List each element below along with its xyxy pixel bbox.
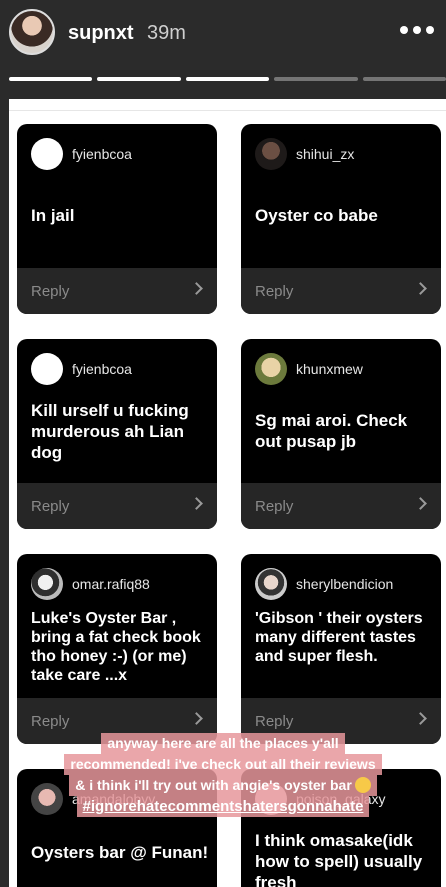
reply-label: Reply [31, 283, 70, 300]
commenter-handle: sherylbendicion [296, 576, 394, 592]
commenter-handle: shihui_zx [296, 146, 355, 162]
progress-segment [97, 77, 181, 81]
chevron-right-icon [414, 712, 427, 725]
commenter-avatar [31, 568, 63, 600]
reply-label: Reply [31, 498, 70, 515]
comment-card: omar.rafiq88 Luke's Oyster Bar , bring a… [17, 554, 217, 744]
comment-text: Oysters bar @ Funan! [31, 843, 209, 862]
reply-label: Reply [255, 283, 294, 300]
story-header: supnxt 39m [0, 0, 446, 74]
commenter-handle: fyienbcoa [72, 361, 132, 377]
story-viewer[interactable]: supnxt 39m fyienbcoa In jail Reply shihu… [0, 0, 446, 887]
chevron-right-icon [190, 497, 203, 510]
commenter-avatar [255, 353, 287, 385]
comment-text: 'Gibson ' their oysters many different t… [255, 610, 423, 665]
comment-text: In jail [31, 206, 75, 225]
story-progress [9, 77, 446, 81]
comment-text: I think omasake(idk how to spell) usuall… [255, 831, 423, 887]
comment-card: shihui_zx Oyster co babe Reply [241, 124, 441, 314]
caption-line: anyway here are all the places y'all [101, 733, 345, 754]
caption-text: & i think i'll try out with angie's oyst… [75, 777, 352, 793]
comment-card: khunxmew Sg mai aroi. Check out pusap jb… [241, 339, 441, 529]
commenter-handle: khunxmew [296, 361, 363, 377]
commenter-avatar [255, 138, 287, 170]
hashtag[interactable]: #ignorehatecommentshatersgonnahate [76, 796, 370, 817]
reply-label: Reply [31, 713, 70, 730]
comment-card: fyienbcoa In jail Reply [17, 124, 217, 314]
chevron-right-icon [190, 282, 203, 295]
caption-line: & i think i'll try out with angie's oyst… [69, 775, 377, 796]
chevron-right-icon [414, 497, 427, 510]
reply-bar[interactable]: Reply [17, 483, 217, 529]
grinning-emoji-icon [354, 777, 371, 793]
commenter-avatar [31, 353, 63, 385]
timestamp: 39m [147, 22, 186, 44]
comment-text: Luke's Oyster Bar , bring a fat check bo… [31, 610, 201, 684]
progress-segment [185, 77, 270, 81]
commenter-handle: omar.rafiq88 [72, 576, 150, 592]
divider [9, 110, 446, 111]
username[interactable]: supnxt [68, 22, 134, 45]
commenter-avatar [255, 568, 287, 600]
progress-segment [9, 77, 93, 81]
more-options-icon[interactable] [400, 20, 434, 40]
chevron-right-icon [414, 282, 427, 295]
reply-label: Reply [255, 498, 294, 515]
progress-segment [362, 77, 446, 81]
story-caption: anyway here are all the places y'all rec… [0, 733, 446, 817]
user-avatar[interactable] [9, 9, 55, 55]
comment-card: fyienbcoa Kill urself u fucking murderou… [17, 339, 217, 529]
commenter-avatar [31, 138, 63, 170]
comment-card: sherylbendicion 'Gibson ' their oysters … [241, 554, 441, 744]
reply-bar[interactable]: Reply [241, 483, 441, 529]
caption-line: recommended! i've check out all their re… [64, 754, 382, 775]
reply-bar[interactable]: Reply [241, 268, 441, 314]
comment-text: Sg mai aroi. Check out pusap jb [255, 411, 408, 451]
comment-text: Kill urself u fucking murderous ah Lian … [31, 401, 189, 462]
reply-bar[interactable]: Reply [17, 268, 217, 314]
chevron-right-icon [190, 712, 203, 725]
commenter-handle: fyienbcoa [72, 146, 132, 162]
comment-text: Oyster co babe [255, 206, 378, 225]
progress-segment [274, 77, 358, 81]
reply-label: Reply [255, 713, 294, 730]
